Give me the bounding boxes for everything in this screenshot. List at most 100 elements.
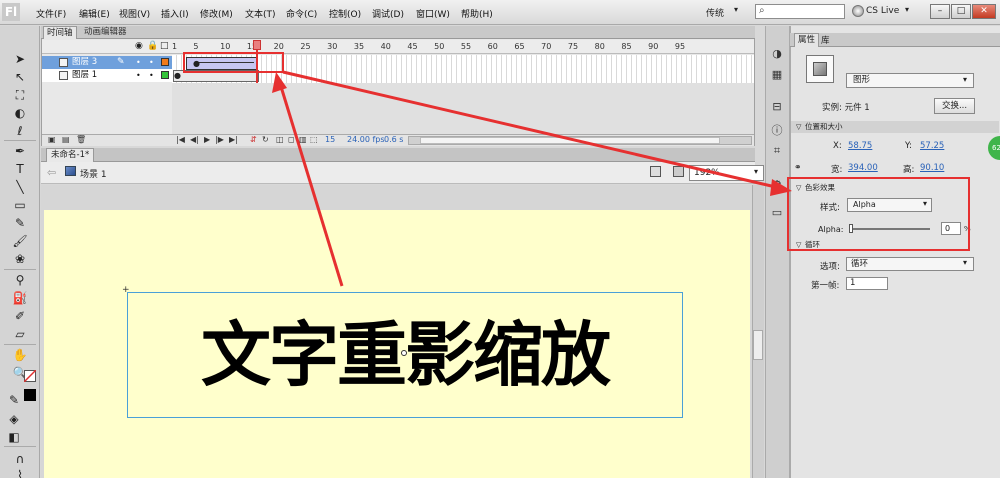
eyedropper-icon[interactable]: ✐	[12, 309, 28, 323]
tab-library[interactable]: 库	[821, 34, 830, 46]
selection-tool-icon[interactable]: ➤	[12, 52, 28, 66]
cs-live-label[interactable]: CS Live	[866, 6, 899, 16]
document-tab[interactable]: 未命名-1*	[46, 148, 95, 162]
swap-button[interactable]: 交换...	[934, 98, 975, 114]
menu-file[interactable]: 文件(F)	[36, 7, 66, 20]
brush-tool-icon[interactable]: 🖌	[12, 234, 28, 248]
search-input[interactable]	[755, 4, 845, 19]
stroke-color-icon[interactable]: ✎	[6, 393, 22, 407]
transform-panel-icon[interactable]: ⌗	[770, 144, 784, 158]
fill-color-icon[interactable]: ◈	[6, 412, 22, 426]
section-position-size[interactable]: 位置和大小	[791, 121, 999, 133]
layer-row[interactable]: 图层 3 ✎ • •	[42, 56, 172, 69]
lasso-icon[interactable]: ℓ	[12, 124, 28, 138]
menu-debug[interactable]: 调试(D)	[372, 7, 404, 20]
transform-point[interactable]	[401, 350, 407, 356]
tab-motion-editor[interactable]: 动画编辑器	[81, 26, 130, 39]
menu-text[interactable]: 文本(T)	[245, 7, 276, 20]
3d-rotation-icon[interactable]: ◐	[12, 106, 28, 120]
edit-symbols-icon[interactable]	[673, 166, 684, 177]
tab-timeline[interactable]: 时间轴	[43, 26, 77, 39]
tab-properties[interactable]: 属性	[794, 33, 820, 47]
menu-window[interactable]: 窗口(W)	[416, 7, 450, 20]
layer-color-swatch[interactable]	[161, 58, 169, 66]
scene-label[interactable]: 场景 1	[80, 167, 107, 180]
x-value[interactable]: 58.75	[848, 141, 872, 151]
menu-control[interactable]: 控制(O)	[329, 7, 361, 20]
onion-skin-icon[interactable]: ◫	[276, 135, 284, 144]
zoom-select[interactable]: 192%	[689, 165, 764, 181]
width-value[interactable]: 394.00	[848, 163, 878, 173]
snap-magnet-icon[interactable]: ∩	[12, 452, 28, 466]
visibility-dot[interactable]: •	[136, 69, 141, 82]
subselection-tool-icon[interactable]: ↖	[12, 70, 28, 84]
step-forward-icon[interactable]: |▶	[215, 135, 224, 144]
color-panel-icon[interactable]: ◑	[770, 47, 784, 60]
deco-tool-icon[interactable]: ❀	[12, 252, 28, 266]
current-frame[interactable]: 15	[325, 135, 335, 144]
rectangle-tool-icon[interactable]: ▭	[12, 198, 28, 212]
bone-tool-icon[interactable]: ⚲	[12, 273, 28, 287]
lock-dot[interactable]: •	[149, 56, 154, 69]
chevron-down-icon[interactable]: ▾	[905, 5, 909, 14]
edit-multiple-icon[interactable]: ▥	[299, 135, 307, 144]
step-back-icon[interactable]: ◀|	[190, 135, 199, 144]
line-tool-icon[interactable]: ╲	[12, 180, 28, 194]
loop-icon[interactable]: ↻	[262, 135, 269, 144]
fill-color-swatch[interactable]	[24, 389, 36, 401]
text-tool-icon[interactable]: T	[12, 162, 28, 176]
frame-rate[interactable]: 24.00 fps	[347, 135, 385, 144]
swap-colors-icon[interactable]: ◧	[6, 430, 22, 444]
back-arrow-icon[interactable]: ⇦	[47, 166, 56, 179]
layer-row[interactable]: 图层 1 • •	[42, 69, 172, 82]
menu-commands[interactable]: 命令(C)	[286, 7, 317, 20]
motion-presets-icon[interactable]: ▭	[770, 206, 784, 219]
playhead-handle[interactable]	[253, 40, 261, 50]
onion-markers-icon[interactable]: ⬚	[310, 135, 318, 144]
symbol-type-select[interactable]: 图形	[846, 73, 974, 88]
collapse-triangle-icon[interactable]: ▽	[796, 123, 801, 131]
link-icon[interactable]: ⚭	[794, 163, 802, 173]
pen-tool-icon[interactable]: ✒	[12, 144, 28, 158]
menu-view[interactable]: 视图(V)	[119, 7, 150, 20]
outline-icon[interactable]: □	[160, 41, 169, 51]
components-panel-icon[interactable]: ⚙	[770, 178, 784, 191]
scrollbar-thumb[interactable]	[420, 137, 720, 144]
chevron-down-icon[interactable]: ▾	[754, 167, 758, 176]
chevron-down-icon[interactable]: ▾	[734, 5, 738, 14]
go-to-end-icon[interactable]: ▶|	[229, 135, 238, 144]
new-layer-icon[interactable]: ▣	[48, 135, 56, 144]
align-panel-icon[interactable]: ⊟	[770, 100, 784, 113]
layer-color-swatch[interactable]	[161, 71, 169, 79]
cs-live-icon[interactable]	[852, 5, 864, 17]
menu-help[interactable]: 帮助(H)	[461, 7, 493, 20]
paint-bucket-icon[interactable]: ⛽	[12, 291, 28, 305]
menu-insert[interactable]: 插入(I)	[161, 7, 189, 20]
new-folder-icon[interactable]: ▤	[62, 135, 70, 144]
info-panel-icon[interactable]: ⓘ	[770, 122, 784, 138]
smooth-icon[interactable]: ⌇	[12, 468, 28, 478]
center-frame-icon[interactable]: ⇵	[250, 135, 257, 144]
visibility-dot[interactable]: •	[136, 56, 141, 69]
lock-dot[interactable]: •	[149, 69, 154, 82]
pencil-tool-icon[interactable]: ✎	[12, 216, 28, 230]
height-value[interactable]: 90.10	[920, 163, 944, 173]
menu-modify[interactable]: 修改(M)	[200, 7, 233, 20]
lock-icon[interactable]: 🔒	[147, 41, 158, 51]
onion-outline-icon[interactable]: ◻	[288, 135, 295, 144]
workspace-switcher[interactable]: 传统	[706, 6, 724, 19]
y-value[interactable]: 57.25	[920, 141, 944, 151]
loop-options-select[interactable]: 循环	[846, 257, 974, 271]
chevron-down-icon[interactable]: ▾	[963, 75, 967, 84]
delete-layer-icon[interactable]: 🗑	[76, 135, 86, 144]
free-transform-icon[interactable]: ⛶	[12, 88, 28, 102]
rewind-icon[interactable]: |◀	[176, 135, 185, 144]
first-frame-input[interactable]: 1	[846, 277, 888, 290]
minimize-button[interactable]: –	[930, 4, 950, 19]
scrollbar-thumb[interactable]	[753, 330, 763, 360]
eye-icon[interactable]: ◉	[135, 41, 143, 51]
chevron-down-icon[interactable]: ▾	[963, 258, 967, 267]
close-button[interactable]: ✕	[972, 4, 996, 19]
restore-button[interactable]: □	[951, 4, 971, 19]
menu-edit[interactable]: 编辑(E)	[79, 7, 110, 20]
